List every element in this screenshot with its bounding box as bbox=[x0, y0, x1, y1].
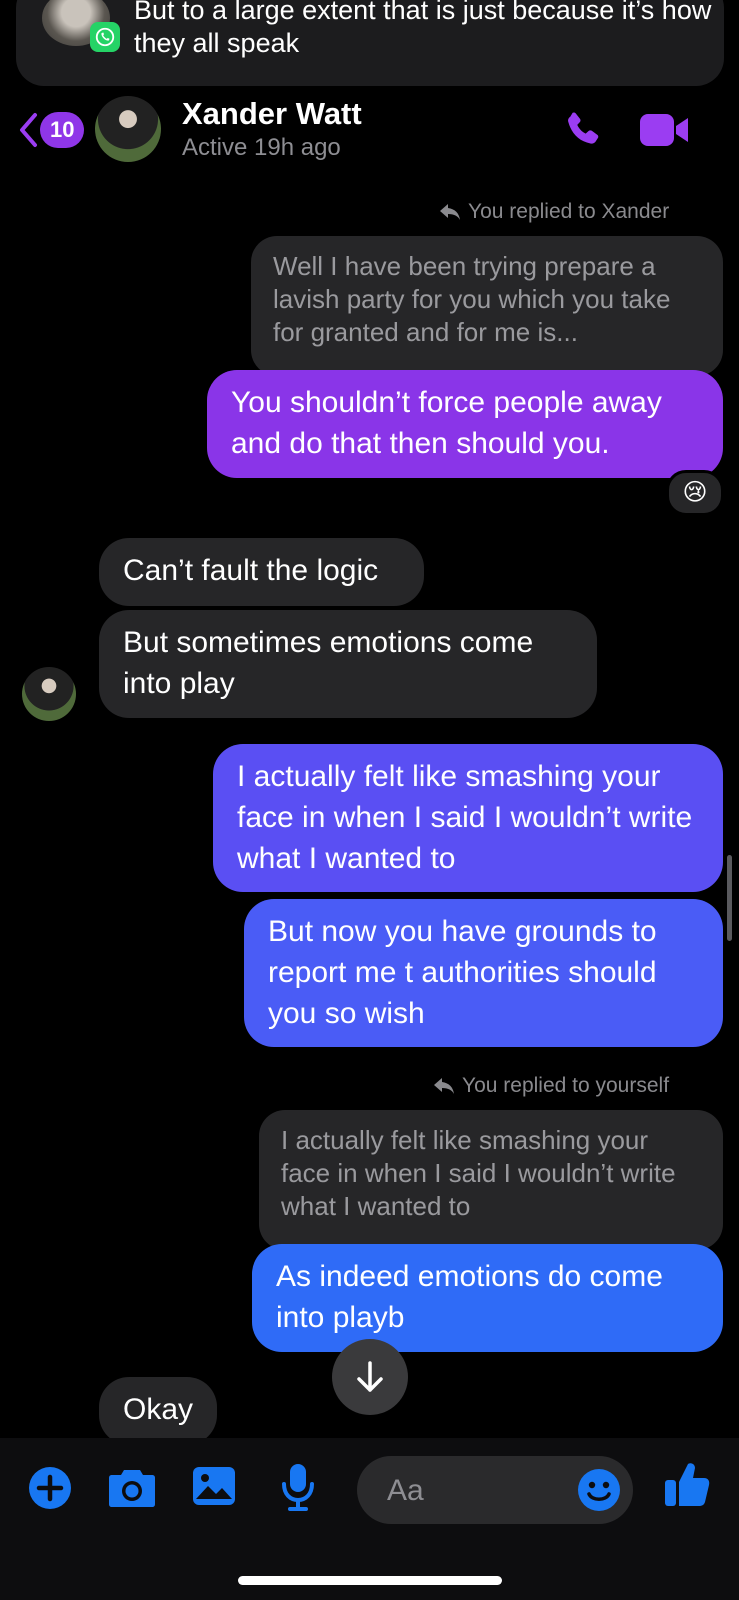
contact-avatar[interactable] bbox=[95, 96, 161, 162]
quoted-message[interactable]: Well I have been trying prepare a lavish… bbox=[251, 236, 723, 376]
message-input[interactable] bbox=[385, 1470, 569, 1512]
microphone-icon bbox=[282, 1464, 314, 1511]
like-button[interactable] bbox=[664, 1460, 710, 1508]
chevron-left-icon bbox=[20, 113, 37, 147]
emoji-button[interactable] bbox=[577, 1468, 621, 1512]
camera-button[interactable] bbox=[108, 1466, 156, 1508]
arrow-down-icon bbox=[357, 1361, 383, 1392]
plus-circle-icon bbox=[29, 1467, 71, 1509]
add-button[interactable] bbox=[28, 1466, 72, 1510]
sent-message[interactable]: But now you have grounds to report me t … bbox=[244, 899, 723, 1047]
phone-call-button[interactable] bbox=[560, 108, 606, 159]
gallery-button[interactable] bbox=[192, 1466, 236, 1506]
scrollbar[interactable] bbox=[727, 855, 732, 941]
camera-icon bbox=[109, 1470, 155, 1507]
whatsapp-icon bbox=[90, 22, 120, 52]
thumbs-up-icon bbox=[665, 1463, 710, 1506]
reply-indicator-text: You replied to yourself bbox=[462, 1074, 670, 1097]
message-composer[interactable] bbox=[357, 1456, 633, 1524]
reply-indicator-text: You replied to Xander bbox=[468, 200, 670, 223]
received-message[interactable]: Okay bbox=[99, 1377, 217, 1445]
chat-header: 10 Xander Watt Active 19h ago bbox=[0, 86, 739, 172]
voice-message-button[interactable] bbox=[280, 1462, 316, 1512]
crying-face-reaction[interactable]: 😢 bbox=[666, 470, 724, 516]
contact-name[interactable]: Xander Watt bbox=[182, 96, 362, 132]
contact-avatar-small[interactable] bbox=[22, 667, 76, 721]
back-button[interactable]: 10 bbox=[18, 112, 85, 148]
video-call-button[interactable] bbox=[638, 110, 690, 155]
quoted-message[interactable]: I actually felt like smashing your face … bbox=[259, 1110, 723, 1250]
sent-message[interactable]: You shouldn’t force people away and do t… bbox=[207, 370, 723, 478]
reply-arrow-icon bbox=[440, 204, 460, 220]
scroll-to-bottom-button[interactable] bbox=[332, 1339, 408, 1415]
received-message[interactable]: Can’t fault the logic bbox=[99, 538, 424, 606]
sent-message[interactable]: I actually felt like smashing your face … bbox=[213, 744, 723, 892]
photo-icon bbox=[193, 1467, 235, 1505]
home-indicator[interactable] bbox=[238, 1576, 502, 1585]
notification-banner[interactable]: But to a large extent that is just becau… bbox=[16, 0, 724, 86]
video-camera-icon bbox=[640, 114, 688, 146]
sent-message[interactable]: As indeed emotions do come into playb bbox=[252, 1244, 723, 1352]
reply-indicator: You replied to yourself bbox=[432, 1074, 669, 1098]
smiley-icon bbox=[578, 1469, 620, 1511]
notification-text: But to a large extent that is just becau… bbox=[134, 0, 712, 58]
contact-status: Active 19h ago bbox=[182, 134, 341, 161]
unread-count-badge: 10 bbox=[40, 112, 85, 148]
reply-indicator: You replied to Xander bbox=[438, 200, 669, 224]
received-message[interactable]: But sometimes emotions come into play bbox=[99, 610, 597, 718]
reply-arrow-icon bbox=[434, 1078, 454, 1094]
phone-icon bbox=[568, 112, 599, 144]
